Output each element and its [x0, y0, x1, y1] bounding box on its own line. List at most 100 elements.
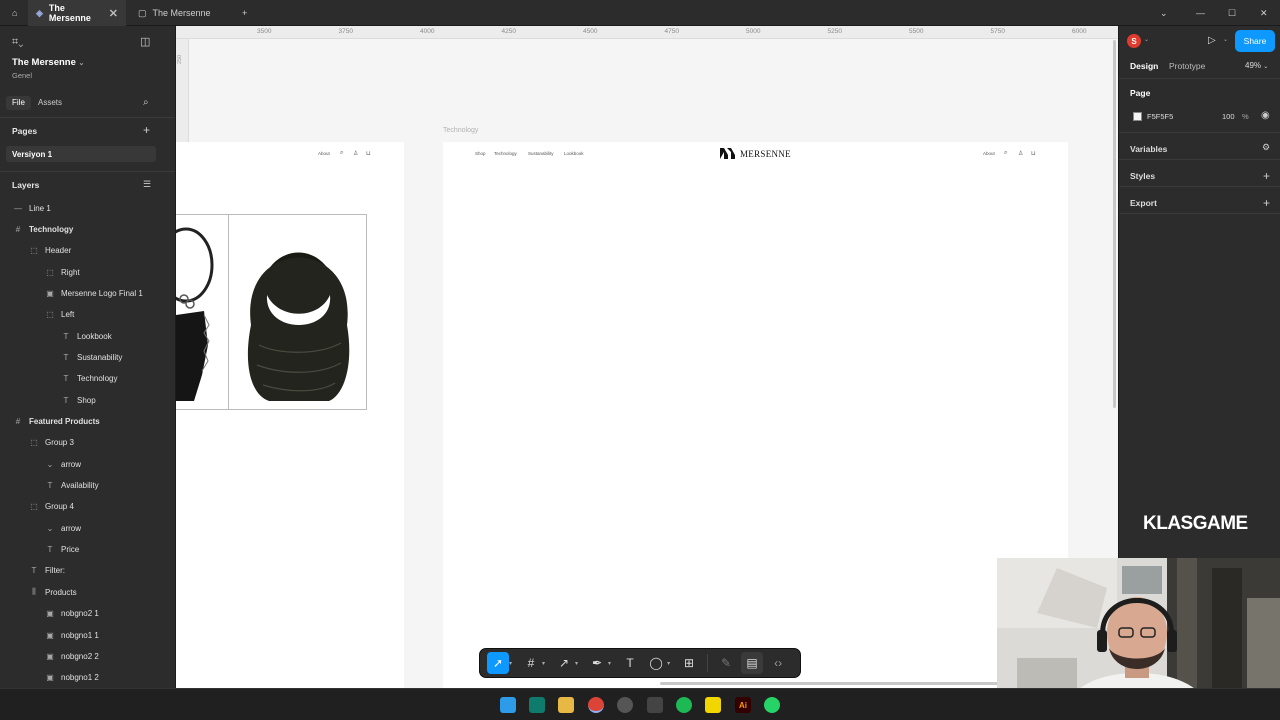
layer-row[interactable]: ⌄ arrow	[0, 518, 175, 538]
add-export-icon[interactable]: +	[1263, 196, 1270, 210]
home-icon[interactable]: ⌂	[4, 0, 26, 26]
add-page-icon[interactable]: +	[143, 123, 150, 137]
chevron-down-icon[interactable]: ▾	[667, 660, 670, 667]
close-tab-icon[interactable]: ✕	[109, 7, 118, 20]
layer-row[interactable]: ⬚ Group 3	[0, 433, 175, 453]
app-icon[interactable]	[529, 697, 545, 713]
tab-the-mersenne[interactable]: ▢ The Mersenne	[130, 0, 230, 26]
file-explorer-icon[interactable]	[558, 697, 574, 713]
maximize-icon[interactable]: ☐	[1220, 0, 1244, 26]
chevron-down-icon[interactable]: ▾	[509, 660, 512, 667]
design-mode-icon[interactable]: ▤	[741, 652, 764, 674]
layer-row[interactable]: T Sustanability	[0, 347, 175, 367]
export-section[interactable]: Export	[1130, 198, 1157, 208]
chevron-down-icon[interactable]: ⌄	[1223, 36, 1228, 43]
layer-row[interactable]: ⫼ Products	[0, 582, 175, 602]
layer-row[interactable]: T Filter:	[0, 561, 175, 581]
layer-row[interactable]: ▣ nobgno1 1	[0, 625, 175, 645]
page-item-versiyon-1[interactable]: Versiyon 1	[6, 146, 156, 162]
layer-row[interactable]: ⬚ Right	[0, 262, 175, 282]
page-opacity-value[interactable]: 100	[1222, 112, 1235, 121]
chevron-down-icon[interactable]: ⌄	[1144, 36, 1149, 43]
product-card-nobgno1[interactable]	[228, 214, 367, 410]
product-card-nobgno2[interactable]	[176, 214, 229, 410]
nav-about[interactable]: About	[983, 151, 995, 156]
nav-shop[interactable]: Shop	[475, 151, 486, 156]
nav-technology[interactable]: Technology	[494, 151, 517, 156]
obs-icon[interactable]	[617, 697, 633, 713]
layer-label: Group 3	[45, 438, 74, 448]
minimize-icon[interactable]: —	[1188, 0, 1213, 26]
layer-row[interactable]: T Availability	[0, 476, 175, 496]
spotify-icon[interactable]	[676, 697, 692, 713]
technology-frame[interactable]: Shop Technology Sustanability Lookbook M…	[443, 142, 1068, 688]
nav-about[interactable]: About	[318, 151, 330, 156]
layer-row[interactable]: ⬚ Left	[0, 305, 175, 325]
chevron-down-icon[interactable]: ▾	[608, 660, 611, 667]
dev-mode-icon[interactable]: ‹›	[767, 652, 789, 674]
styles-section[interactable]: Styles	[1130, 171, 1155, 181]
frame-tool-icon[interactable]: #	[520, 652, 542, 674]
layer-row[interactable]: # Technology	[0, 219, 175, 239]
vertical-scrollbar[interactable]	[1113, 40, 1116, 408]
whatsapp-icon[interactable]	[764, 697, 780, 713]
layer-row[interactable]: ⬚ Header	[0, 241, 175, 261]
present-icon[interactable]: ▷	[1208, 35, 1216, 46]
chevron-down-icon[interactable]: ⌄	[1152, 0, 1176, 26]
text-tool-icon[interactable]: T	[619, 652, 641, 674]
layer-row[interactable]: ▣ nobgno2 1	[0, 604, 175, 624]
frame-label-technology[interactable]: Technology	[443, 127, 478, 134]
page-color-value[interactable]: F5F5F5	[1147, 112, 1173, 121]
eye-icon[interactable]: ◉	[1261, 110, 1270, 121]
figma-icon[interactable]	[647, 697, 663, 713]
illustrator-icon[interactable]: Ai	[735, 697, 751, 713]
tab-file[interactable]: File	[6, 96, 31, 110]
tab-assets[interactable]: Assets	[38, 98, 62, 107]
page-color-swatch[interactable]	[1133, 112, 1142, 121]
pen-tool-icon[interactable]: ✒	[586, 652, 608, 674]
layer-row[interactable]: ▣ Mersenne Logo Final 1	[0, 283, 175, 303]
close-window-icon[interactable]: ✕	[1252, 0, 1276, 26]
actions-icon[interactable]: ⊞	[678, 652, 700, 674]
nav-sustanability[interactable]: Sustanability	[528, 151, 554, 156]
featured-products-frame[interactable]: About ⌕ ♙ ⊔	[176, 142, 404, 688]
sidebar-toggle-icon[interactable]: ◫	[140, 35, 150, 48]
variables-section[interactable]: Variables	[1130, 144, 1167, 154]
avatar[interactable]: S	[1127, 34, 1141, 48]
chevron-down-icon[interactable]: ⌄	[79, 60, 85, 67]
draw-mode-icon[interactable]: ✎	[715, 652, 737, 674]
chevron-down-icon[interactable]: ▾	[542, 660, 545, 667]
add-style-icon[interactable]: +	[1263, 169, 1270, 183]
layer-row[interactable]: T Technology	[0, 369, 175, 389]
nav-lookbook[interactable]: Lookbook	[564, 151, 584, 156]
new-tab-icon[interactable]: +	[234, 0, 255, 26]
shape-tool-icon[interactable]: ↗	[553, 652, 575, 674]
design-canvas[interactable]: 3500 3750 4000 4250 4500 4750 5000 5250 5500 5750…	[176, 26, 1118, 688]
zoom-level[interactable]: 49% ⌄	[1245, 61, 1268, 70]
chrome-icon[interactable]	[588, 697, 604, 713]
layers-list-icon[interactable]: ☰	[143, 179, 151, 190]
tab-prototype[interactable]: Prototype	[1169, 61, 1205, 71]
comment-tool-icon[interactable]: ◯	[645, 652, 667, 674]
layer-row[interactable]: # Featured Products	[0, 412, 175, 432]
file-name[interactable]: The Mersenne ⌄	[12, 57, 84, 68]
layer-row[interactable]: T Shop	[0, 390, 175, 410]
layer-row[interactable]: ▣ nobgno1 2	[0, 668, 175, 688]
layer-row[interactable]: T Lookbook	[0, 326, 175, 346]
search-icon[interactable]: ⌕	[143, 97, 149, 108]
tab-the-mersenne-active[interactable]: ◈ The Mersenne ✕	[28, 0, 126, 26]
figma-menu-icon[interactable]: ⌗⌄	[12, 36, 23, 49]
layer-row[interactable]: ⌄ arrow	[0, 454, 175, 474]
variables-settings-icon[interactable]: ⚙	[1262, 142, 1270, 153]
layer-row[interactable]: ▣ nobgno2 2	[0, 646, 175, 666]
sticky-notes-icon[interactable]	[705, 697, 721, 713]
move-tool-icon[interactable]: ➚	[487, 652, 509, 674]
chevron-down-icon[interactable]: ▾	[575, 660, 578, 667]
layer-row[interactable]: ⬚ Group 4	[0, 497, 175, 517]
tab-design[interactable]: Design	[1130, 61, 1158, 71]
layer-row[interactable]: — Line 1	[0, 198, 175, 218]
layer-row[interactable]: T Price	[0, 540, 175, 560]
share-button[interactable]: Share	[1235, 30, 1275, 52]
horizontal-scrollbar[interactable]	[660, 682, 1000, 685]
windows-start-icon[interactable]	[500, 697, 516, 713]
